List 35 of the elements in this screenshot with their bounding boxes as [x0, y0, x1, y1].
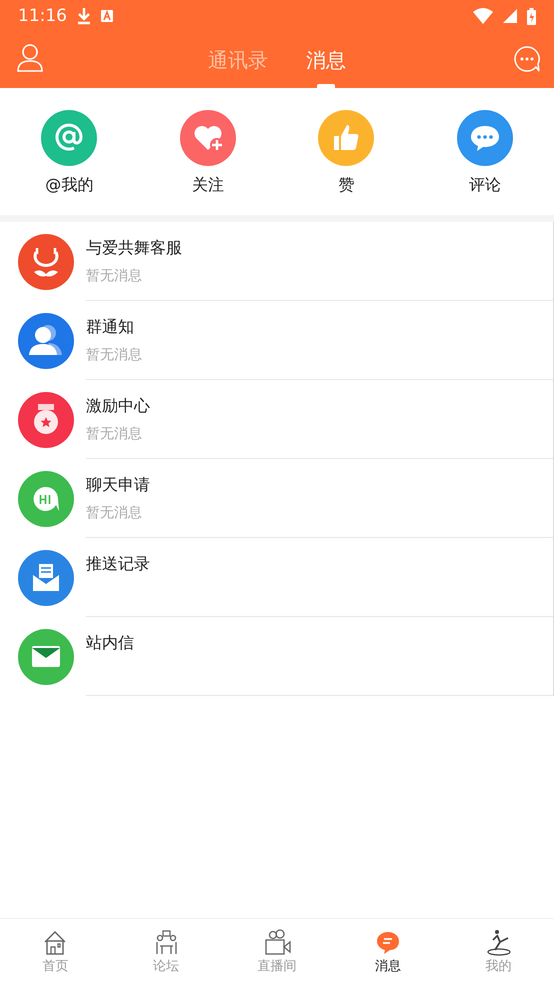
message-title: 与爱共舞客服 [86, 238, 182, 259]
heart-plus-icon[interactable] [180, 110, 236, 166]
message-row[interactable]: 与爱共舞客服 暂无消息 [0, 222, 553, 301]
signal-icon [503, 9, 517, 23]
comment-icon[interactable] [456, 110, 513, 166]
thumbs-up-icon[interactable] [318, 110, 374, 166]
message-preview: 暂无消息 [86, 267, 143, 285]
message-row[interactable]: 推送记录 [0, 538, 553, 617]
message-preview: 暂无消息 [86, 425, 143, 443]
message-preview: 暂无消息 [86, 504, 143, 522]
message-title: 聊天申请 [86, 475, 150, 496]
figure-icon [484, 928, 513, 956]
action-label[interactable]: 关注 [192, 175, 224, 196]
message-title: 激励中心 [86, 396, 150, 417]
message-row[interactable]: 激励中心 暂无消息 [0, 380, 553, 459]
at-sign-icon[interactable] [41, 110, 98, 166]
action-label[interactable]: @我的 [45, 175, 94, 196]
nav-tab[interactable]: 消息 [332, 919, 444, 984]
message-preview: 暂无消息 [86, 346, 142, 364]
notification-icon [101, 10, 113, 22]
action-label[interactable]: 评论 [468, 175, 501, 196]
chat-bubble-icon[interactable] [514, 46, 540, 72]
download-icon [77, 7, 91, 25]
action-label[interactable]: 赞 [338, 175, 354, 196]
message-row[interactable]: 群通知 暂无消息 [0, 301, 553, 380]
status-time: 11:16 [18, 6, 67, 26]
video-camera-icon [262, 928, 291, 956]
message-row[interactable]: 聊天申请 暂无消息 [0, 459, 553, 538]
wifi-icon [473, 8, 493, 24]
message-row[interactable]: 站内信 [0, 617, 553, 696]
message-title: 群通知 [86, 317, 135, 338]
message-title: 站内信 [86, 633, 134, 654]
profile-icon[interactable] [17, 44, 43, 72]
message-title: 推送记录 [86, 554, 150, 575]
battery-icon [527, 8, 536, 24]
